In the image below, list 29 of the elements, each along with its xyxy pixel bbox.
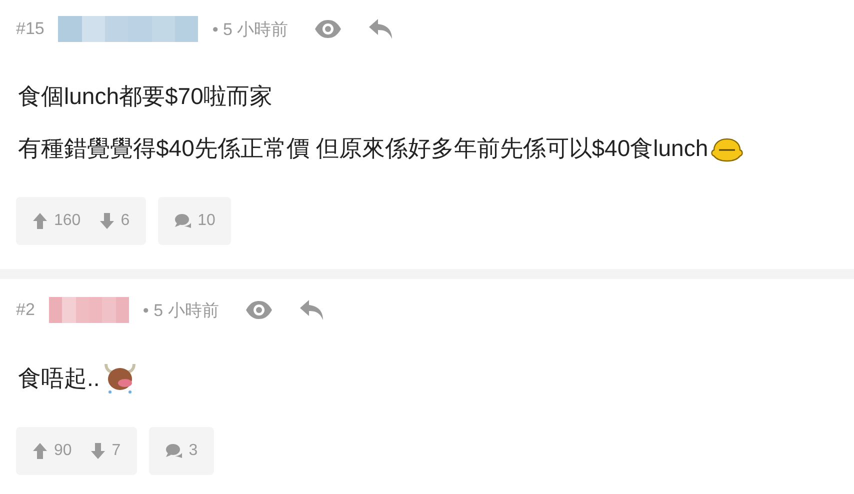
eye-icon[interactable]: [244, 300, 273, 320]
vote-button[interactable]: 90 7: [16, 427, 137, 475]
post-text: 食個lunch都要$70啦而家: [18, 82, 272, 111]
vote-button[interactable]: 160 6: [16, 197, 146, 245]
comment-button[interactable]: 3: [148, 427, 214, 475]
creature-icon: [710, 136, 744, 162]
bull-head-icon: [102, 362, 138, 394]
downvote-count: 6: [120, 212, 130, 230]
upvote-count: 160: [54, 212, 81, 230]
comment-count: 10: [198, 212, 216, 230]
post-text: 有種錯覺覺得$40先係正常價 但原來係好多年前先係可以$40食lunch: [18, 134, 708, 163]
comment-button[interactable]: 10: [158, 197, 232, 245]
post-time: • 5 小時前: [142, 300, 219, 322]
post-time: • 5 小時前: [212, 18, 288, 40]
downvote-icon: [98, 212, 115, 230]
upvote-icon: [32, 442, 48, 460]
reply-icon[interactable]: [298, 299, 325, 321]
downvote-icon: [90, 442, 106, 460]
comment-icon: [164, 443, 183, 459]
upvote-count: 90: [54, 442, 72, 460]
upvote-icon: [32, 212, 48, 230]
post-number: #15: [16, 19, 44, 39]
post-number: #2: [16, 300, 35, 320]
post-text: 食唔起..: [18, 364, 100, 392]
comment-count: 3: [188, 442, 198, 460]
reply-icon[interactable]: [368, 18, 394, 40]
downvote-count: 7: [112, 442, 121, 460]
comment-icon: [174, 213, 192, 229]
eye-icon[interactable]: [314, 19, 342, 39]
